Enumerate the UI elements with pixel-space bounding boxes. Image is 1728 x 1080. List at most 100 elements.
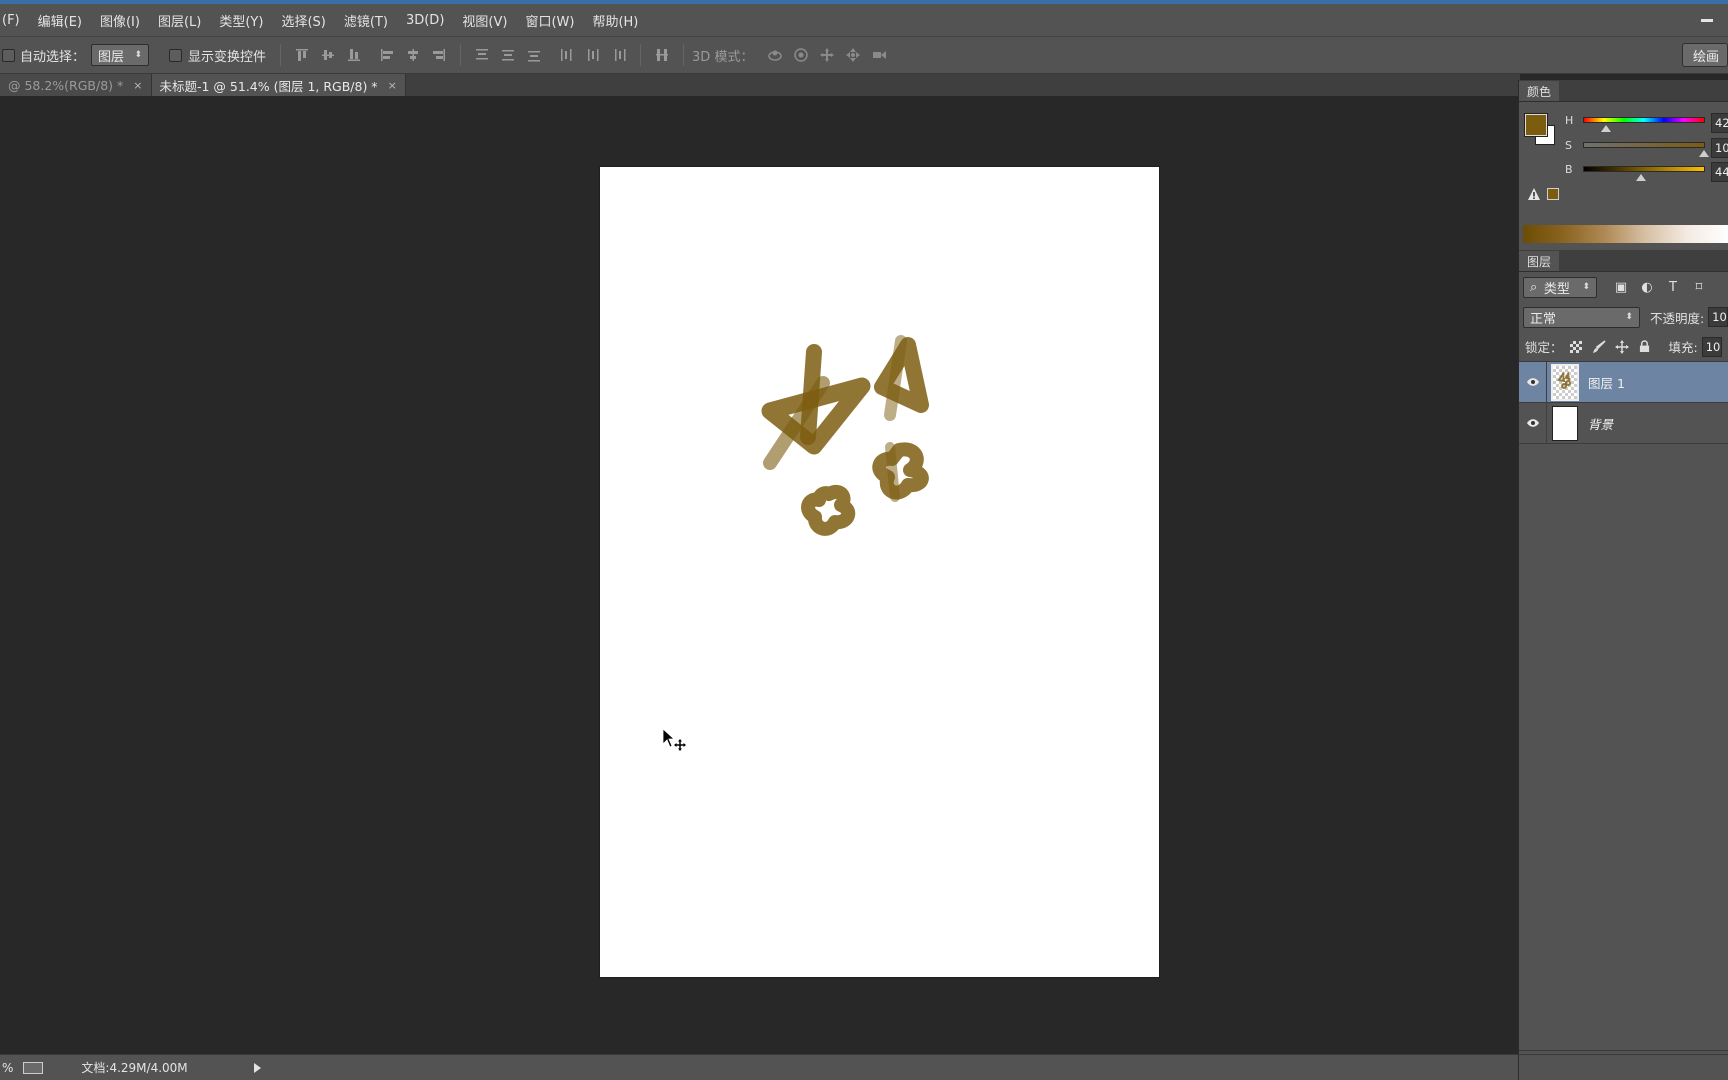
separator bbox=[460, 44, 462, 66]
menu-view[interactable]: 视图(V) bbox=[453, 11, 516, 30]
close-icon[interactable]: × bbox=[133, 79, 142, 92]
layers-panel: ⌕ 类型 ⬍ ▣ ◐ T ⌑ 正常 ⬍ 不透明度: 10 锁定： 填充: 10 bbox=[1519, 272, 1728, 1078]
align-left-icon[interactable] bbox=[377, 45, 397, 65]
saturation-slider-thumb[interactable] bbox=[1699, 150, 1709, 157]
separator bbox=[280, 44, 282, 66]
shape-filter-icon[interactable]: ⌑ bbox=[1689, 277, 1709, 297]
status-view-icon[interactable] bbox=[23, 1061, 44, 1074]
tab-color[interactable]: 颜色 bbox=[1519, 81, 1560, 101]
layer-filter-dropdown[interactable]: ⌕ 类型 ⬍ bbox=[1523, 276, 1597, 298]
workspace-paint-button[interactable]: 绘画 bbox=[1681, 43, 1728, 67]
auto-select-checkbox[interactable] bbox=[2, 48, 15, 62]
align-top-icon[interactable] bbox=[292, 45, 312, 65]
menu-filter[interactable]: 滤镜(T) bbox=[335, 11, 397, 30]
separator bbox=[683, 44, 685, 66]
saturation-slider[interactable] bbox=[1583, 142, 1705, 148]
search-icon: ⌕ bbox=[1530, 279, 1538, 295]
visibility-eye-icon[interactable] bbox=[1519, 361, 1547, 403]
dropdown-arrow-icon: ⬍ bbox=[134, 50, 143, 60]
hue-value[interactable]: 42 bbox=[1711, 113, 1728, 133]
brightness-slider-thumb[interactable] bbox=[1636, 174, 1646, 181]
saturation-label: S bbox=[1565, 139, 1572, 152]
3d-slide-icon[interactable] bbox=[843, 45, 863, 65]
document-canvas[interactable] bbox=[600, 167, 1159, 977]
document-size-info: 文档:4.29M/4.00M bbox=[81, 1061, 188, 1075]
layer-name[interactable]: 图层 1 bbox=[1588, 373, 1625, 392]
blend-mode-dropdown[interactable]: 正常 ⬍ bbox=[1523, 306, 1640, 328]
distribute-vcenter-icon[interactable] bbox=[498, 45, 518, 65]
hue-label: H bbox=[1565, 114, 1574, 127]
menu-layer[interactable]: 图层(L) bbox=[149, 11, 210, 30]
image-filter-icon[interactable]: ▣ bbox=[1611, 277, 1631, 297]
adjustment-filter-icon[interactable]: ◐ bbox=[1637, 277, 1657, 297]
gamut-color-swatch[interactable] bbox=[1547, 188, 1559, 200]
color-ramp[interactable] bbox=[1523, 225, 1728, 243]
tab-document-1[interactable]: @ 58.2%(RGB/8) * × bbox=[0, 74, 152, 96]
opacity-input[interactable]: 10 bbox=[1708, 307, 1728, 327]
hue-slider[interactable] bbox=[1583, 117, 1705, 123]
3d-mode-label: 3D 模式： bbox=[692, 49, 754, 65]
options-bar: 自动选择： 图层 ⬍ 显示变换控件 3D 模式： 绘画 bbox=[0, 36, 1728, 74]
out-of-gamut-warning-icon[interactable] bbox=[1527, 187, 1541, 201]
auto-align-icon[interactable] bbox=[652, 45, 672, 65]
layer-thumbnail bbox=[1552, 405, 1578, 441]
saturation-value[interactable]: 10 bbox=[1711, 138, 1728, 158]
lock-transparent-pixels-icon[interactable] bbox=[1566, 337, 1586, 357]
layers-panel-header: 图层 bbox=[1519, 250, 1728, 272]
tab-layers[interactable]: 图层 bbox=[1519, 251, 1560, 271]
auto-select-label: 自动选择： bbox=[20, 49, 86, 65]
canvas-area[interactable] bbox=[0, 96, 1518, 1056]
zoom-level[interactable]: % bbox=[2, 1061, 13, 1075]
lock-all-icon[interactable] bbox=[1635, 337, 1655, 357]
dropdown-arrow-icon: ⬍ bbox=[1582, 282, 1590, 292]
distribute-left-icon[interactable] bbox=[557, 45, 577, 65]
menu-window[interactable]: 窗口(W) bbox=[516, 11, 583, 30]
distribute-hcenter-icon[interactable] bbox=[583, 45, 603, 65]
layer-row-background[interactable]: 背景 bbox=[1519, 402, 1728, 444]
menu-bar: (F) 编辑(E) 图像(I) 图层(L) 类型(Y) 选择(S) 滤镜(T) … bbox=[0, 4, 1728, 36]
3d-orbit-icon[interactable] bbox=[765, 45, 785, 65]
blend-row: 正常 ⬍ 不透明度: 10 bbox=[1519, 302, 1728, 332]
auto-select-dropdown[interactable]: 图层 ⬍ bbox=[91, 44, 150, 66]
fill-input[interactable]: 10 bbox=[1701, 336, 1722, 357]
minimize-button[interactable] bbox=[1694, 10, 1720, 30]
distribute-top-icon[interactable] bbox=[472, 45, 492, 65]
menu-help[interactable]: 帮助(H) bbox=[583, 11, 647, 30]
foreground-color-swatch[interactable] bbox=[1525, 114, 1547, 136]
align-bottom-icon[interactable] bbox=[344, 45, 364, 65]
color-panel-header: 颜色 bbox=[1519, 80, 1728, 102]
close-icon[interactable]: × bbox=[388, 79, 397, 92]
type-filter-icon[interactable]: T bbox=[1663, 277, 1683, 297]
menu-image[interactable]: 图像(I) bbox=[91, 11, 149, 30]
status-menu-arrow-icon[interactable] bbox=[253, 1062, 261, 1073]
menu-type[interactable]: 类型(Y) bbox=[210, 11, 272, 30]
status-bar: % 文档:4.29M/4.00M bbox=[0, 1054, 1518, 1080]
brightness-slider[interactable] bbox=[1583, 166, 1705, 172]
dropdown-arrow-icon: ⬍ bbox=[1625, 312, 1633, 322]
layer-name[interactable]: 背景 bbox=[1588, 414, 1613, 433]
visibility-eye-icon[interactable] bbox=[1519, 402, 1547, 444]
menu-select[interactable]: 选择(S) bbox=[272, 11, 334, 30]
show-transform-checkbox[interactable] bbox=[169, 48, 183, 62]
distribute-right-icon[interactable] bbox=[609, 45, 629, 65]
hue-slider-thumb[interactable] bbox=[1601, 125, 1611, 132]
lock-position-move-icon[interactable] bbox=[1612, 337, 1632, 357]
document-tab-bar: @ 58.2%(RGB/8) * × 未标题-1 @ 51.4% (图层 1, … bbox=[0, 74, 1520, 96]
distribute-bottom-icon[interactable] bbox=[524, 45, 544, 65]
menu-edit[interactable]: 编辑(E) bbox=[29, 11, 91, 30]
status-bar-panel-area bbox=[1518, 1054, 1728, 1080]
brightness-value[interactable]: 44 bbox=[1711, 162, 1728, 182]
menu-3d[interactable]: 3D(D) bbox=[397, 13, 453, 28]
3d-scale-icon[interactable] bbox=[869, 45, 889, 65]
3d-roll-icon[interactable] bbox=[791, 45, 811, 65]
align-right-icon[interactable] bbox=[429, 45, 449, 65]
brightness-label: B bbox=[1565, 163, 1573, 176]
3d-pan-icon[interactable] bbox=[817, 45, 837, 65]
tab-document-2[interactable]: 未标题-1 @ 51.4% (图层 1, RGB/8) * × bbox=[151, 74, 406, 96]
lock-image-pixels-brush-icon[interactable] bbox=[1589, 337, 1609, 357]
align-vcenter-icon[interactable] bbox=[318, 45, 338, 65]
menu-file[interactable]: (F) bbox=[0, 13, 29, 28]
blend-mode-value: 正常 bbox=[1530, 311, 1557, 327]
layer-row-layer1[interactable]: 图层 1 bbox=[1519, 361, 1728, 403]
align-hcenter-icon[interactable] bbox=[403, 45, 423, 65]
